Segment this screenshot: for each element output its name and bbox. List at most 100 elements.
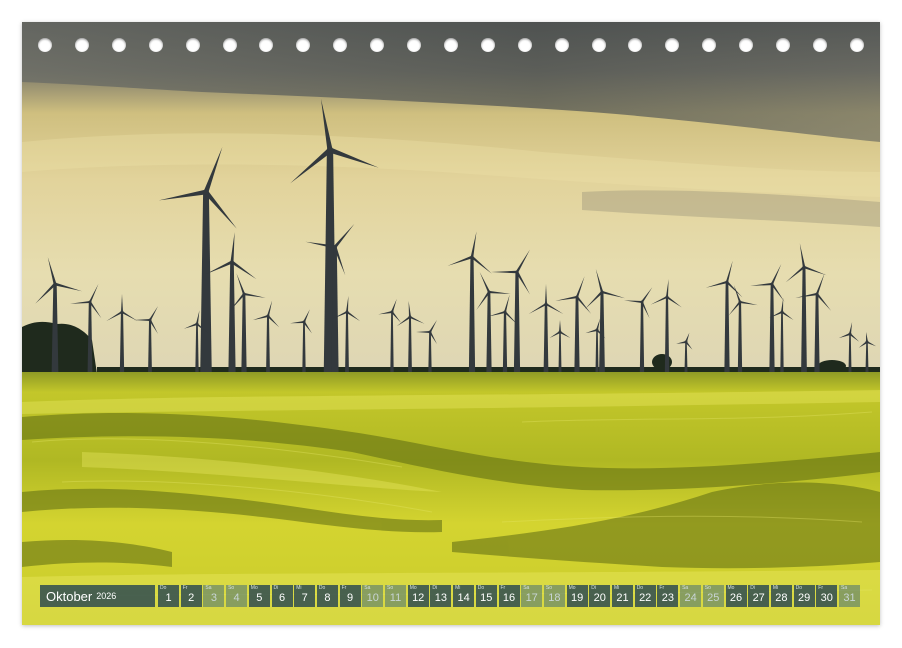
day-cell: Do 22 [634, 585, 656, 607]
day-number: 17 [525, 592, 538, 604]
day-number: 15 [480, 592, 493, 604]
day-of-week: Sa [364, 585, 371, 591]
binding-hole [296, 38, 311, 52]
day-cell: Mi 14 [453, 585, 475, 607]
day-of-week: Do [477, 585, 485, 591]
day-cell: So 25 [702, 585, 724, 607]
day-cell: Mo 5 [248, 585, 270, 607]
photo-scene [22, 22, 880, 625]
day-cell: Fr 16 [498, 585, 520, 607]
binding-hole [665, 38, 680, 52]
day-cell: Mi 7 [294, 585, 316, 607]
wind-farm-photo [22, 22, 880, 625]
binding-hole [517, 38, 532, 52]
day-of-week: Di [273, 585, 279, 591]
day-number: 22 [639, 592, 652, 604]
day-number: 29 [797, 592, 811, 604]
day-number: 9 [347, 592, 354, 604]
binding-hole [38, 38, 52, 52]
day-number: 6 [278, 592, 286, 604]
day-cell: Di 20 [589, 585, 611, 607]
day-of-week: So [704, 585, 711, 591]
day-number: 2 [188, 592, 195, 604]
day-of-week: Sa [523, 585, 530, 591]
day-of-week: So [545, 585, 553, 591]
day-cell: Sa 10 [362, 585, 384, 607]
binding-hole [333, 38, 348, 52]
day-cell: Mi 21 [612, 585, 633, 607]
day-number: 14 [457, 592, 470, 604]
day-number: 18 [548, 592, 561, 604]
day-of-week: Fr [659, 585, 665, 591]
day-number: 24 [684, 592, 697, 604]
day-cell: Fr 23 [657, 585, 679, 607]
binding-hole [554, 38, 569, 52]
day-cell: So 18 [543, 585, 565, 607]
binding-hole [111, 38, 126, 52]
day-cell: Di 6 [271, 585, 293, 607]
binding-hole [591, 38, 606, 52]
binding-hole [370, 38, 385, 52]
day-number: 20 [593, 592, 606, 604]
binding-hole [222, 38, 237, 52]
day-of-week: Do [636, 585, 644, 591]
day-of-week: Sa [682, 585, 689, 591]
day-of-week: Sa [841, 585, 848, 591]
spiral-binding-holes [22, 38, 880, 58]
year-label: 2026 [96, 591, 117, 601]
day-number: 3 [210, 592, 217, 604]
day-number: 26 [729, 592, 743, 604]
day-of-week: Sa [205, 585, 212, 591]
binding-hole [443, 38, 458, 52]
day-number: 31 [843, 592, 856, 604]
binding-hole [148, 38, 163, 52]
day-of-week: Mo [568, 585, 576, 591]
day-of-week: Fr [818, 585, 824, 591]
day-cell: Di 27 [748, 585, 770, 607]
day-cell: Sa 31 [839, 585, 860, 607]
day-number: 28 [775, 592, 788, 604]
day-cell: Fr 30 [816, 585, 838, 607]
month-name: Oktober [46, 588, 93, 604]
binding-hole [259, 38, 274, 52]
day-cell: So 11 [385, 585, 406, 607]
binding-hole [480, 38, 495, 52]
day-cell: Do 15 [475, 585, 497, 607]
day-cell: Fr 2 [180, 585, 202, 607]
binding-hole [628, 38, 643, 52]
day-of-week: Di [591, 585, 597, 591]
day-of-week: Mi [772, 585, 779, 591]
day-number: 30 [820, 592, 833, 604]
day-cell: Sa 3 [203, 585, 225, 607]
day-of-week: Mi [296, 585, 302, 591]
day-number: 11 [389, 592, 402, 604]
binding-hole [407, 38, 421, 52]
day-of-week: Mi [455, 585, 461, 591]
day-number: 21 [616, 592, 629, 604]
day-of-week: Mo [727, 585, 735, 591]
day-of-week: Fr [341, 585, 347, 591]
day-cell: Do 1 [158, 585, 179, 607]
calendar-page: Oktober 2026 Do 1 Fr 2 Sa 3 So 4 Mo 5 Di 6 Mi 7 Do 8 Fr 9… [0, 0, 902, 648]
day-cell: Mo 19 [566, 585, 588, 607]
binding-hole [812, 38, 827, 52]
day-cell: Sa 17 [521, 585, 543, 607]
day-cell: Do 29 [793, 585, 815, 607]
day-number: 27 [752, 592, 765, 604]
day-number: 1 [165, 592, 172, 604]
day-number: 5 [256, 592, 263, 604]
day-of-week: So [387, 585, 394, 591]
day-of-week: So [228, 585, 235, 591]
day-cell: Fr 9 [339, 585, 361, 607]
day-cell: Mo 12 [407, 585, 429, 607]
binding-hole [185, 38, 200, 52]
day-cell: Di 13 [430, 585, 452, 607]
binding-hole [702, 38, 717, 52]
day-cell: Mi 28 [770, 585, 792, 607]
day-number: 23 [661, 592, 675, 604]
month-label-box: Oktober 2026 [40, 585, 155, 607]
day-number: 8 [324, 592, 331, 604]
day-cell: Do 8 [316, 585, 338, 607]
binding-hole [776, 38, 790, 52]
day-of-week: Do [795, 585, 802, 591]
